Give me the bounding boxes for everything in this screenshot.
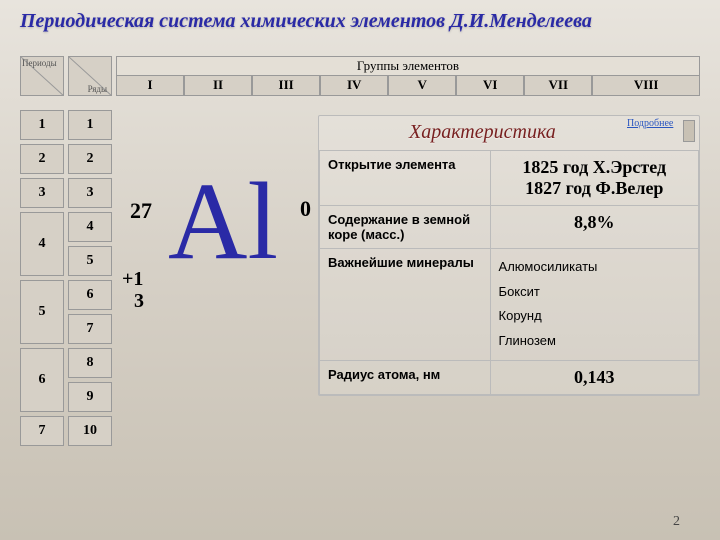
element-charge-1: +1: [122, 268, 143, 291]
periods-header-cell: Периоды: [20, 56, 64, 96]
group-col[interactable]: II: [184, 76, 252, 96]
period-cell[interactable]: 7: [20, 416, 64, 446]
row-cell[interactable]: 2: [68, 144, 112, 174]
element-mass: 27: [130, 198, 152, 224]
periods-label: Периоды: [22, 58, 57, 68]
group-col[interactable]: I: [116, 76, 184, 96]
scroll-handle[interactable]: [683, 120, 695, 142]
period-cell[interactable]: 6: [20, 348, 64, 412]
period-cell[interactable]: 3: [20, 178, 64, 208]
period-cell[interactable]: 1: [20, 110, 64, 140]
row-cell[interactable]: 6: [68, 280, 112, 310]
group-col[interactable]: V: [388, 76, 456, 96]
group-col[interactable]: IV: [320, 76, 388, 96]
table-row: Важнейшие минералы Алюмосиликаты Боксит …: [320, 249, 699, 361]
details-link[interactable]: Подробнее: [627, 118, 675, 129]
characteristic-title: Характеристика: [409, 121, 556, 144]
characteristic-table: Открытие элемента 1825 год Х.Эрстед 1827…: [319, 150, 699, 395]
row-cell[interactable]: 8: [68, 348, 112, 378]
list-item: Корунд: [499, 304, 690, 329]
row-cell[interactable]: 10: [68, 416, 112, 446]
char-value: 1825 год Х.Эрстед 1827 год Ф.Велер: [490, 151, 698, 206]
page-number: 2: [673, 514, 680, 530]
groups-row: I II III IV V VI VII VIII: [116, 76, 700, 96]
row-cell[interactable]: 7: [68, 314, 112, 344]
char-label: Радиус атома, нм: [320, 360, 491, 394]
char-label: Содержание в земной коре (масс.): [320, 206, 491, 249]
list-item: Глинозем: [499, 329, 690, 354]
table-row: Открытие элемента 1825 год Х.Эрстед 1827…: [320, 151, 699, 206]
group-col[interactable]: VII: [524, 76, 592, 96]
char-value-list: Алюмосиликаты Боксит Корунд Глинозем: [490, 249, 698, 361]
group-col[interactable]: III: [252, 76, 320, 96]
characteristic-header: Характеристика Подробнее: [319, 116, 699, 150]
table-row: Содержание в земной коре (масс.) 8,8%: [320, 206, 699, 249]
period-cell[interactable]: 5: [20, 280, 64, 344]
table-header-band: Периоды Ряды Группы элементов I II III I…: [20, 56, 700, 96]
group-col[interactable]: VI: [456, 76, 524, 96]
element-symbol: Al: [168, 158, 278, 285]
characteristic-panel: Характеристика Подробнее Открытие элемен…: [318, 115, 700, 396]
groups-wrap: Группы элементов I II III IV V VI VII VI…: [116, 56, 700, 96]
row-cell[interactable]: 3: [68, 178, 112, 208]
element-superscript: 0: [300, 196, 311, 222]
period-cell[interactable]: 2: [20, 144, 64, 174]
element-block: 27 Al 0 +1 3: [120, 168, 315, 328]
groups-header: Группы элементов: [116, 56, 700, 76]
row-cell[interactable]: 9: [68, 382, 112, 412]
group-col[interactable]: VIII: [592, 76, 700, 96]
char-label: Открытие элемента: [320, 151, 491, 206]
list-item: Боксит: [499, 280, 690, 305]
table-row: Радиус атома, нм 0,143: [320, 360, 699, 394]
char-value: 8,8%: [490, 206, 698, 249]
left-columns: 1 2 3 4 5 6 7 1 2 3 4 5 6 7 8 9 10: [20, 110, 112, 450]
char-label: Важнейшие минералы: [320, 249, 491, 361]
period-cell[interactable]: 4: [20, 212, 64, 276]
char-value: 0,143: [490, 360, 698, 394]
rows-column: 1 2 3 4 5 6 7 8 9 10: [68, 110, 112, 450]
row-cell[interactable]: 4: [68, 212, 112, 242]
periods-column: 1 2 3 4 5 6 7: [20, 110, 64, 450]
rows-header-cell: Ряды: [68, 56, 112, 96]
element-charge-2: 3: [134, 290, 144, 313]
char-value-line: 1827 год Ф.Велер: [499, 178, 690, 199]
list-item: Алюмосиликаты: [499, 255, 690, 280]
row-cell[interactable]: 1: [68, 110, 112, 140]
char-value-line: 1825 год Х.Эрстед: [499, 157, 690, 178]
row-cell[interactable]: 5: [68, 246, 112, 276]
page-title: Периодическая система химических элемент…: [20, 10, 700, 33]
rows-label: Ряды: [88, 84, 107, 94]
